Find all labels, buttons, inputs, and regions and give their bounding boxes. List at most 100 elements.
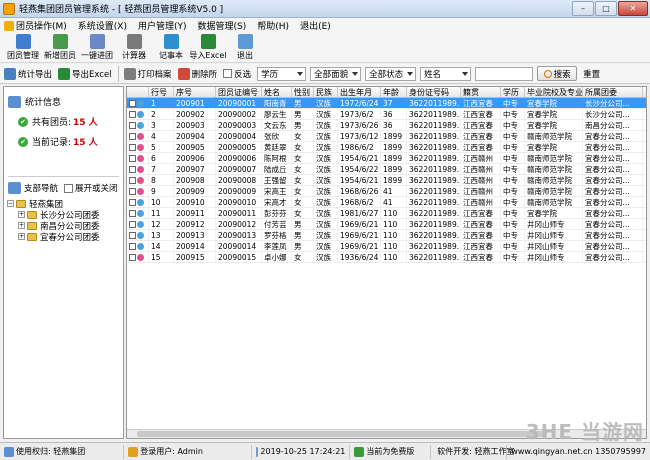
row-checkbox[interactable] [129,187,136,195]
tree-node-changsha[interactable]: + 长沙分公司团委 [18,209,123,221]
column-header[interactable]: 年龄 [381,87,407,97]
print-button[interactable]: 打印档案 [123,67,172,80]
table-row[interactable]: 9 200909 20090009 宋高王女汉族 1968/6/26 41 36220119… [127,186,646,197]
search-input[interactable] [475,66,534,81]
person-icon [137,143,144,151]
row-checkbox[interactable] [129,209,136,217]
person-icon [137,165,144,173]
cell-cid: 3622011989... [409,164,461,174]
row-checkbox[interactable] [129,132,136,140]
column-header[interactable]: 出生年月 [338,87,381,97]
table-row[interactable]: 15 200915 20090015 卓小娜女汉族 1936/6/24 110 362201… [127,252,646,263]
scrollbar-thumb[interactable] [137,431,547,437]
cell-sn: 200911 [174,208,216,218]
maximize-button[interactable]: □ [595,1,617,16]
row-checkbox[interactable] [129,154,136,162]
calculator-button[interactable]: 计算器 [115,33,153,62]
cell-sex: 男 [292,98,314,108]
delete-button[interactable]: 删除所 [177,67,217,80]
reset-button[interactable]: 重置 [583,68,600,80]
member-manage-button[interactable]: 团员管理 [4,33,42,62]
cell-school: 井冈山师专 [525,219,583,229]
expand-checkbox[interactable] [64,183,74,193]
table-row[interactable]: 4 200904 20090004 张欣女汉族 1973/6/12 1899 3622011… [127,131,646,142]
expand-icon[interactable]: + [18,211,25,218]
cell-sex: 女 [292,164,314,174]
column-header[interactable]: 团员证编号 [216,87,262,97]
column-header[interactable]: 身份证号码 [407,87,461,97]
table-row[interactable]: 7 200907 20090007 陆成丘女汉族 1954/6/22 1899 362201… [127,164,646,175]
row-checkbox[interactable] [129,99,136,107]
state-filter-select[interactable]: 全部状态 [365,66,417,81]
notepad-icon [163,34,179,49]
row-checkbox[interactable] [129,253,136,261]
quick-join-button[interactable]: 一键进团 [78,33,116,62]
menu-help[interactable]: 帮助(H) [257,19,289,32]
field-select[interactable]: 姓名 [420,66,472,81]
tree-root[interactable]: − 轻燕集团 [7,198,123,210]
row-checkbox[interactable] [129,110,136,118]
column-header[interactable]: 毕业院校及专业 [525,87,583,97]
column-header[interactable]: 姓名 [262,87,292,97]
cell-age: 1899 [381,142,407,152]
row-checkbox[interactable] [129,121,136,129]
menu-users[interactable]: 用户管理(Y) [138,19,187,32]
close-button[interactable]: ✕ [618,1,648,16]
export-excel-button[interactable]: 导出Excel [58,67,112,80]
row-checkbox[interactable] [129,231,136,239]
member-ops-icon [4,20,14,31]
table-row[interactable]: 10 200910 20090010 宋高才女汉族 1968/6/2 41 36220119… [127,197,646,208]
table-row[interactable]: 12 200912 20090012 付芳芸男汉族 1969/6/21 110 362201… [127,219,646,230]
column-header[interactable]: 序号 [174,87,216,97]
cell-name: 王强留 [262,175,292,185]
cell-school: 宜春学院 [525,208,583,218]
table-row[interactable]: 2 200902 20090002 廖云生男汉族 1973/6/2 36 362201198… [127,109,646,120]
menu-member-ops[interactable]: 团员操作(M) [4,19,67,32]
column-header[interactable]: 民族 [314,87,338,97]
table-row[interactable]: 3 200903 20090003 文云东男汉族 1973/6/26 36 36220119… [127,120,646,131]
collapse-icon[interactable]: − [7,200,14,207]
row-checkbox[interactable] [129,176,136,184]
exit-button[interactable]: 退出 [226,33,264,62]
menu-data[interactable]: 数据管理(S) [198,19,247,32]
cell-edu: 中专 [501,241,525,251]
column-header[interactable]: 学历 [501,87,525,97]
notepad-button[interactable]: 记事本 [152,33,190,62]
row-checkbox[interactable] [129,220,136,228]
column-header[interactable]: 行号 [149,87,174,97]
row-checkbox[interactable] [129,165,136,173]
invert-checkbox[interactable] [223,69,233,78]
tree-node-nanchang[interactable]: + 南昌分公司团委 [18,220,123,232]
table-row[interactable]: 11 200911 20090011 彭芬芬女汉族 1981/6/27 110 362201… [127,208,646,219]
menu-settings[interactable]: 系统设置(X) [78,19,127,32]
expand-icon[interactable]: + [18,222,25,229]
table-row[interactable]: 13 200913 20090013 罗芬格男汉族 1969/6/21 110 362201… [127,230,646,241]
table-row[interactable]: 1 200901 20090001 阳南青男汉族 1972/6/24 37 36220119… [127,98,646,109]
import-excel-button[interactable]: 导入Excel [189,33,227,62]
row-checkbox[interactable] [129,198,136,206]
user-icon [128,446,139,457]
face-filter-select[interactable]: 全部面貌 [310,66,362,81]
table-row[interactable]: 5 200905 20090005 黄廷翠女汉族 1986/6/2 1899 3622011… [127,142,646,153]
row-checkbox[interactable] [129,143,136,151]
column-header[interactable]: 籍贯 [461,87,501,97]
tree-node-yichun[interactable]: + 宜春分公司团委 [18,231,123,243]
expand-icon[interactable]: + [18,233,25,240]
stat-export-button[interactable]: 统计导出 [4,67,52,80]
cell-sn: 200913 [174,230,216,240]
action-toolbar: 统计导出 导出Excel 打印档案 删除所 反选 学历 全部面貌 全部状态 姓名… [0,64,650,84]
table-row[interactable]: 8 200908 20090008 王强留女汉族 1954/6/21 1899 362201… [127,175,646,186]
add-member-button[interactable]: 新增团员 [41,33,79,62]
column-header[interactable]: 性别 [292,87,314,97]
invert-select[interactable]: 反选 [223,68,251,80]
edu-filter-select[interactable]: 学历 [257,66,307,81]
column-header[interactable]: 所属团委 [583,87,643,97]
search-button[interactable]: 搜索 [537,66,578,81]
cell-sn: 200905 [174,142,216,152]
table-row[interactable]: 6 200906 20090006 陈阿根女汉族 1954/6/21 1899 362201… [127,153,646,164]
table-row[interactable]: 14 200914 20090014 李莲凤男汉族 1969/6/21 110 362201… [127,241,646,252]
minimize-button[interactable]: – [572,1,594,16]
row-checkbox[interactable] [129,242,136,250]
cell-org: 宜春分公司... [583,219,643,229]
menu-exit[interactable]: 退出(E) [300,19,331,32]
